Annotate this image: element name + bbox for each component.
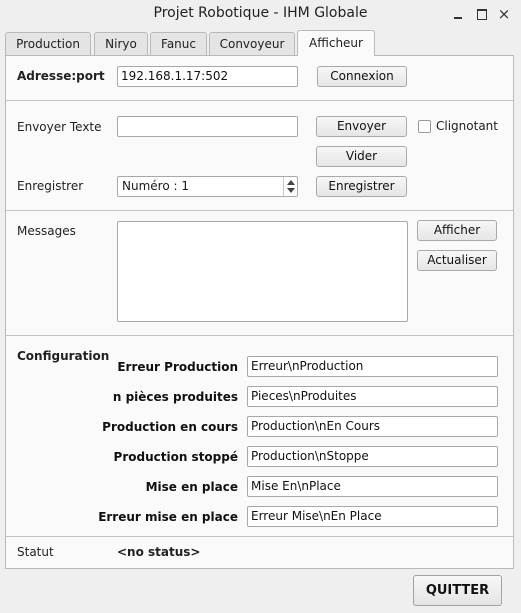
tab-production[interactable]: Production	[5, 32, 91, 55]
spin-down-icon[interactable]	[287, 188, 295, 193]
maximize-icon[interactable]	[474, 6, 490, 22]
config-input-mise-en-place[interactable]: Mise En\nPlace	[247, 476, 498, 497]
address-input[interactable]: 192.168.1.17:502	[117, 66, 298, 87]
tab-afficheur[interactable]: Afficheur	[297, 30, 375, 56]
spin-up-icon[interactable]	[287, 180, 295, 185]
send-text-input[interactable]	[117, 116, 298, 137]
connect-button[interactable]: Connexion	[317, 66, 407, 87]
blink-checkbox[interactable]	[418, 120, 431, 133]
status-label: Statut	[17, 545, 54, 559]
divider	[6, 335, 513, 336]
close-icon[interactable]: ×	[496, 6, 512, 22]
config-label-production-en-cours: Production en cours	[102, 420, 238, 434]
show-button[interactable]: Afficher	[417, 220, 497, 241]
window-title: Projet Robotique - IHM Globale	[153, 5, 368, 21]
minimize-icon[interactable]	[450, 6, 466, 22]
quit-button[interactable]: QUITTER	[413, 575, 502, 606]
title-bar: Projet Robotique - IHM Globale ×	[0, 0, 521, 30]
address-label: Adresse:port	[17, 69, 105, 83]
divider	[6, 100, 513, 101]
divider	[6, 536, 513, 537]
config-input-pieces-produites[interactable]: Pieces\nProduites	[247, 386, 498, 407]
send-text-label: Envoyer Texte	[17, 120, 102, 134]
messages-label: Messages	[17, 224, 76, 238]
number-value: Numéro : 1	[122, 179, 189, 193]
config-label-mise-en-place: Mise en place	[145, 480, 238, 494]
divider	[6, 210, 513, 211]
tab-fanuc[interactable]: Fanuc	[150, 32, 207, 55]
config-label-pieces-produites: n pièces produites	[112, 390, 238, 404]
blink-label: Clignotant	[436, 119, 498, 133]
config-input-production-en-cours[interactable]: Production\nEn Cours	[247, 416, 498, 437]
spin-arrows[interactable]	[283, 177, 297, 196]
refresh-button[interactable]: Actualiser	[417, 250, 497, 271]
messages-textarea[interactable]	[117, 221, 408, 322]
config-input-erreur-mise-en-place[interactable]: Erreur Mise\nEn Place	[247, 506, 498, 527]
config-input-erreur-production[interactable]: Erreur\nProduction	[247, 356, 498, 377]
config-label-erreur-production: Erreur Production	[117, 360, 238, 374]
config-label-erreur-mise-en-place: Erreur mise en place	[98, 510, 238, 524]
tab-convoyeur[interactable]: Convoyeur	[209, 32, 295, 55]
status-value: <no status>	[117, 545, 201, 559]
record-button[interactable]: Enregistrer	[316, 176, 407, 197]
tab-niryo[interactable]: Niryo	[94, 32, 148, 55]
config-label-production-stoppe: Production stoppé	[113, 450, 238, 464]
record-label: Enregistrer	[17, 179, 84, 193]
number-spinbox[interactable]: Numéro : 1	[117, 176, 298, 197]
config-input-production-stoppe[interactable]: Production\nStoppe	[247, 446, 498, 467]
send-button[interactable]: Envoyer	[316, 116, 407, 137]
clear-button[interactable]: Vider	[316, 146, 407, 167]
